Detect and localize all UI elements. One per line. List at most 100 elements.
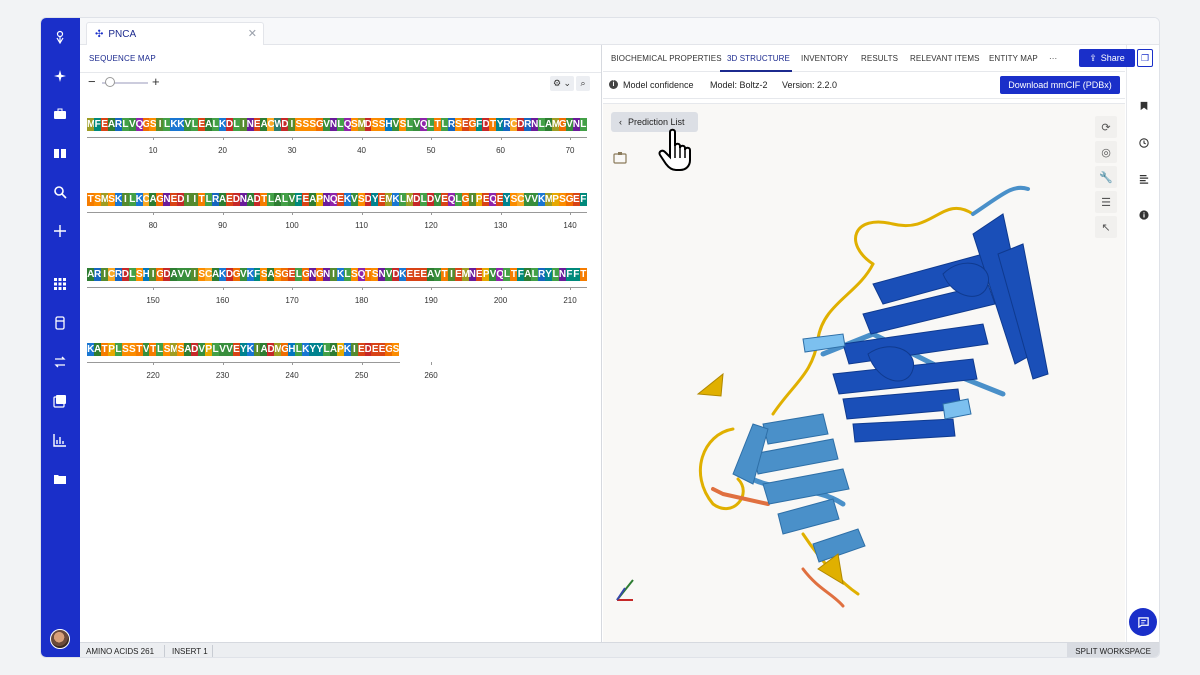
amino-acid-residue[interactable]: D — [364, 343, 372, 356]
amino-acid-residue[interactable]: E — [336, 193, 344, 206]
amino-acid-residue[interactable]: L — [156, 343, 164, 356]
amino-acid-residue[interactable]: S — [135, 268, 143, 281]
amino-acid-residue[interactable]: F — [572, 268, 580, 281]
tab-inventory[interactable]: INVENTORY — [801, 54, 848, 63]
amino-acid-residue[interactable]: L — [343, 268, 351, 281]
amino-acid-residue[interactable]: Y — [371, 193, 378, 206]
amino-acid-residue[interactable]: S — [371, 118, 378, 131]
amino-acid-residue[interactable]: Y — [503, 193, 510, 206]
amino-acid-residue[interactable]: L — [163, 118, 171, 131]
amino-acid-residue[interactable]: L — [322, 343, 330, 356]
amino-acid-residue[interactable]: L — [426, 118, 434, 131]
amino-acid-residue[interactable]: D — [413, 193, 420, 206]
reset-view-icon[interactable]: ⟳ — [1095, 116, 1117, 138]
amino-acid-residue[interactable]: I — [149, 268, 157, 281]
amino-acid-residue[interactable]: L — [336, 118, 344, 131]
amino-acid-residue[interactable]: L — [420, 193, 427, 206]
amino-acid-residue[interactable]: L — [551, 268, 559, 281]
sequence-row[interactable]: MFEARLVQGSILKKVLEALKDLINEACWDISSSGVNLQSM… — [87, 118, 587, 131]
amino-acid-residue[interactable]: I — [121, 193, 129, 206]
amino-acid-residue[interactable]: P — [315, 193, 323, 206]
amino-acid-residue[interactable]: Q — [496, 268, 504, 281]
avatar[interactable] — [50, 629, 70, 649]
amino-acid-residue[interactable]: E — [475, 268, 483, 281]
amino-acid-residue[interactable]: E — [440, 193, 448, 206]
amino-acid-residue[interactable]: K — [399, 268, 407, 281]
amino-acid-residue[interactable]: D — [517, 118, 524, 131]
document-tab[interactable]: ✣ PNCA ✕ — [86, 22, 264, 45]
amino-acid-residue[interactable]: N — [322, 193, 330, 206]
amino-acid-residue[interactable]: E — [288, 268, 295, 281]
amino-acid-residue[interactable]: S — [350, 118, 358, 131]
amino-acid-residue[interactable]: S — [163, 343, 170, 356]
amino-acid-residue[interactable]: Q — [357, 268, 365, 281]
amino-acid-residue[interactable]: R — [524, 118, 531, 131]
amino-acid-residue[interactable]: Y — [544, 268, 552, 281]
amino-acid-residue[interactable]: L — [281, 193, 289, 206]
amino-acid-residue[interactable]: N — [329, 118, 337, 131]
amino-acid-residue[interactable]: T — [260, 193, 268, 206]
amino-acid-residue[interactable]: G — [156, 193, 164, 206]
amino-acid-residue[interactable]: E — [170, 193, 177, 206]
close-tab-icon[interactable]: ✕ — [248, 27, 257, 40]
amino-acid-residue[interactable]: S — [274, 268, 281, 281]
amino-acid-residue[interactable]: C — [267, 118, 275, 131]
tab-results[interactable]: RESULTS — [861, 54, 898, 63]
amino-acid-residue[interactable]: S — [309, 118, 316, 131]
amino-acid-residue[interactable]: H — [385, 118, 393, 131]
amino-acid-residue[interactable]: N — [572, 118, 580, 131]
amino-acid-residue[interactable]: L — [204, 193, 212, 206]
amino-acid-residue[interactable]: R — [447, 118, 455, 131]
tab-entity-map[interactable]: ENTITY MAP — [989, 54, 1038, 63]
amino-acid-residue[interactable]: S — [198, 268, 205, 281]
amino-acid-residue[interactable]: A — [524, 268, 531, 281]
amino-acid-residue[interactable]: D — [281, 118, 289, 131]
amino-acid-residue[interactable]: N — [558, 268, 566, 281]
amino-acid-residue[interactable]: A — [309, 193, 316, 206]
tab-biochemical-properties[interactable]: BIOCHEMICAL PROPERTIES — [611, 54, 722, 63]
amino-acid-residue[interactable]: E — [461, 118, 469, 131]
amino-acid-residue[interactable]: L — [399, 193, 407, 206]
amino-acid-residue[interactable]: A — [246, 193, 254, 206]
amino-acid-residue[interactable]: E — [302, 193, 309, 206]
amino-acid-residue[interactable]: I — [288, 118, 296, 131]
amino-acid-residue[interactable]: M — [100, 193, 109, 206]
amino-acid-residue[interactable]: K — [114, 193, 122, 206]
amino-acid-residue[interactable]: M — [357, 118, 366, 131]
amino-acid-residue[interactable]: R — [114, 268, 122, 281]
amino-acid-residue[interactable]: M — [461, 268, 470, 281]
amino-acid-residue[interactable]: N — [163, 193, 171, 206]
amino-acid-residue[interactable]: E — [357, 343, 365, 356]
amino-acid-residue[interactable]: L — [232, 118, 240, 131]
bookmark-icon[interactable] — [1136, 98, 1152, 114]
amino-acid-residue[interactable]: L — [267, 193, 275, 206]
amino-acid-residue[interactable]: A — [184, 343, 191, 356]
amino-acid-residue[interactable]: M — [385, 193, 394, 206]
amino-acid-residue[interactable]: A — [274, 193, 282, 206]
tab-sequence-map[interactable]: SEQUENCE MAP — [89, 54, 156, 63]
amino-acid-residue[interactable]: M — [551, 118, 560, 131]
amino-acid-residue[interactable]: S — [350, 268, 358, 281]
amino-acid-residue[interactable]: V — [524, 193, 531, 206]
amino-acid-residue[interactable]: E — [406, 268, 413, 281]
amino-acid-residue[interactable]: L — [537, 118, 545, 131]
amino-acid-residue[interactable]: F — [517, 268, 525, 281]
amino-acid-residue[interactable]: W — [274, 118, 284, 131]
amino-acid-residue[interactable]: L — [121, 118, 129, 131]
amino-acid-residue[interactable]: V — [184, 118, 191, 131]
amino-acid-residue[interactable]: M — [87, 118, 95, 131]
amino-acid-residue[interactable]: N — [378, 268, 386, 281]
amino-acid-residue[interactable]: T — [579, 268, 587, 281]
amino-acid-residue[interactable]: L — [295, 268, 303, 281]
amino-acid-residue[interactable]: L — [454, 193, 462, 206]
amino-acid-residue[interactable]: V — [531, 193, 538, 206]
share-button[interactable]: ⇪ Share — [1079, 49, 1135, 67]
amino-acid-residue[interactable]: D — [225, 268, 233, 281]
sequence-row[interactable]: TSMSKILKCAGNEDIITLRAEDNADTLALVFEAPNQEKVS… — [87, 193, 587, 206]
clock-icon[interactable] — [1136, 135, 1152, 151]
amino-acid-residue[interactable]: V — [198, 343, 205, 356]
amino-acid-residue[interactable]: S — [357, 193, 365, 206]
amino-acid-residue[interactable]: V — [177, 268, 184, 281]
folder-icon[interactable] — [49, 468, 71, 490]
amino-acid-residue[interactable]: V — [392, 118, 399, 131]
